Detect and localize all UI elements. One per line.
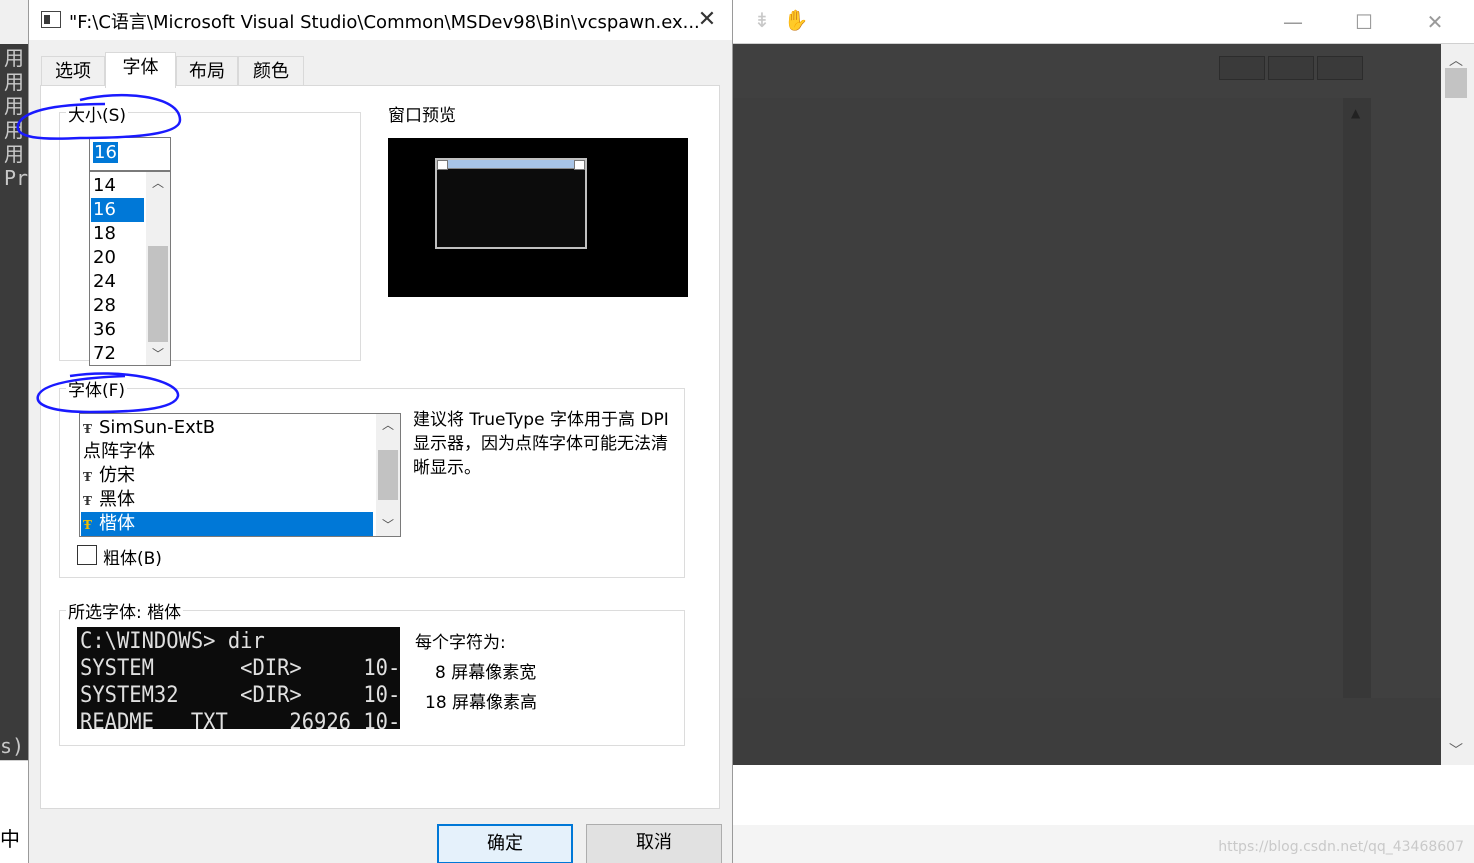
scroll-thumb[interactable] xyxy=(378,450,398,500)
background-mdi-area: ▲ xyxy=(733,44,1441,698)
font-option[interactable]: Ŧ 黑体 xyxy=(81,488,373,512)
size-listbox[interactable]: 14 16 18 20 24 28 36 72 ︿ ﹀ xyxy=(89,171,171,366)
background-document xyxy=(733,98,1371,698)
maximize-icon[interactable]: ☐ xyxy=(1344,8,1384,36)
scroll-thumb[interactable] xyxy=(148,246,168,342)
dialog-titlebar: "F:\C语言\Microsoft Visual Studio\Common\M… xyxy=(29,0,732,40)
bold-label[interactable]: 粗体(B) xyxy=(103,544,162,569)
selected-font-label: 所选字体: 楷体 xyxy=(66,598,184,623)
truetype-tip: 建议将 TrueType 字体用于高 DPI 显示器，因为点阵字体可能无法清晰显… xyxy=(413,410,669,478)
sample-line: SYSTEM <DIR> 10-0 xyxy=(80,656,400,681)
background-text: 中 xyxy=(0,827,20,851)
font-sample-preview: C:\WINDOWS> dir SYSTEM <DIR> 10-0 SYSTEM… xyxy=(77,627,400,729)
background-editor-window: ⇟ ✋ — ☐ ✕ ▲ ︿ ﹀ xyxy=(733,0,1474,765)
size-scrollbar[interactable]: ︿ ﹀ xyxy=(146,172,170,365)
ok-button[interactable]: 确定 xyxy=(437,824,573,863)
toolbar-icon: ⇟ xyxy=(753,8,771,32)
tab-options[interactable]: 选项 xyxy=(41,56,105,86)
console-line: 用 xyxy=(4,142,24,166)
font-listbox[interactable]: Ŧ SimSun-ExtB 点阵字体 Ŧ 仿宋 Ŧ 黑体 Ŧ 楷体 ︿ ﹀ xyxy=(79,413,401,537)
size-option[interactable]: 28 xyxy=(91,294,144,318)
font-option[interactable]: Ŧ 仿宋 xyxy=(81,464,373,488)
cancel-button[interactable]: 取消 xyxy=(586,824,722,863)
console-line: 用 xyxy=(4,46,24,70)
background-bottom: https://blog.csdn.net/qq_43468607 xyxy=(733,765,1474,863)
watermark: https://blog.csdn.net/qq_43468607 xyxy=(1218,839,1464,855)
size-option[interactable]: 24 xyxy=(91,270,144,294)
background-console: 用 用 用 用 用 Pr s) xyxy=(0,44,28,764)
background-titlebar: ⇟ ✋ — ☐ ✕ xyxy=(733,0,1474,44)
background-left-bottom: 中 xyxy=(0,760,28,863)
console-app-icon xyxy=(41,11,61,28)
console-line: 用 xyxy=(4,70,24,94)
truetype-icon: Ŧ xyxy=(83,494,92,508)
char-height-text: 18 屏幕像素高 xyxy=(425,693,538,713)
size-option[interactable]: 18 xyxy=(91,222,144,246)
font-option[interactable]: Ŧ SimSun-ExtB xyxy=(81,416,373,440)
minimize-icon[interactable]: — xyxy=(1273,8,1313,36)
preview-label: 窗口预览 xyxy=(388,106,456,126)
sample-line: SYSTEM32 <DIR> 10-0 xyxy=(80,683,400,708)
close-icon[interactable]: ✕ xyxy=(1415,8,1455,36)
scroll-up-icon[interactable]: ︿ xyxy=(376,414,400,436)
hand-icon: ✋ xyxy=(783,8,809,32)
size-option[interactable]: 72 xyxy=(91,342,144,365)
bold-checkbox[interactable] xyxy=(77,545,97,565)
scroll-down-icon[interactable]: ﹀ xyxy=(146,343,170,365)
scroll-down-icon[interactable]: ﹀ xyxy=(376,514,400,536)
scroll-up-icon[interactable]: ︿ xyxy=(146,172,170,194)
size-option-selected[interactable]: 16 xyxy=(91,198,144,222)
char-width-text: 8 屏幕像素宽 xyxy=(435,663,537,683)
mdi-buttons xyxy=(1219,56,1366,84)
tab-font[interactable]: 字体 xyxy=(105,52,176,88)
size-input[interactable]: 16 xyxy=(89,137,171,171)
tab-layout[interactable]: 布局 xyxy=(176,56,238,86)
background-scrollbar[interactable]: ︿ ﹀ xyxy=(1441,44,1474,765)
sample-line: README TXT 26926 10-0 xyxy=(80,710,400,729)
size-option[interactable]: 36 xyxy=(91,318,144,342)
background-inner-scrollbar: ▲ xyxy=(1343,98,1371,698)
font-group-label: 字体(F) xyxy=(66,376,128,401)
size-option[interactable]: 14 xyxy=(91,174,144,198)
truetype-icon: Ŧ xyxy=(83,518,92,532)
truetype-icon: Ŧ xyxy=(83,470,92,484)
console-line: 用 xyxy=(4,94,24,118)
console-line: 用 xyxy=(4,118,24,142)
char-metrics-label: 每个字符为: xyxy=(415,633,506,653)
console-line: Pr xyxy=(4,166,29,190)
font-option-selected[interactable]: Ŧ 楷体 xyxy=(81,512,373,536)
sample-line: C:\WINDOWS> dir xyxy=(80,629,265,654)
size-option[interactable]: 20 xyxy=(91,246,144,270)
font-tab-panel: 大小(S) 16 14 16 18 20 24 28 36 72 ︿ ﹀ 窗口预… xyxy=(40,85,720,809)
dialog-title: "F:\C语言\Microsoft Visual Studio\Common\M… xyxy=(69,12,700,33)
close-button[interactable]: ✕ xyxy=(690,4,724,36)
console-line: s) xyxy=(0,734,25,758)
window-preview xyxy=(388,138,688,297)
font-scrollbar[interactable]: ︿ ﹀ xyxy=(376,414,400,536)
truetype-icon: Ŧ xyxy=(83,422,92,436)
properties-dialog: "F:\C语言\Microsoft Visual Studio\Common\M… xyxy=(28,0,733,863)
tab-colors[interactable]: 颜色 xyxy=(238,56,304,86)
preview-window-thumbnail xyxy=(435,158,587,249)
font-option[interactable]: 点阵字体 xyxy=(81,440,373,464)
size-group-label: 大小(S) xyxy=(66,101,129,126)
